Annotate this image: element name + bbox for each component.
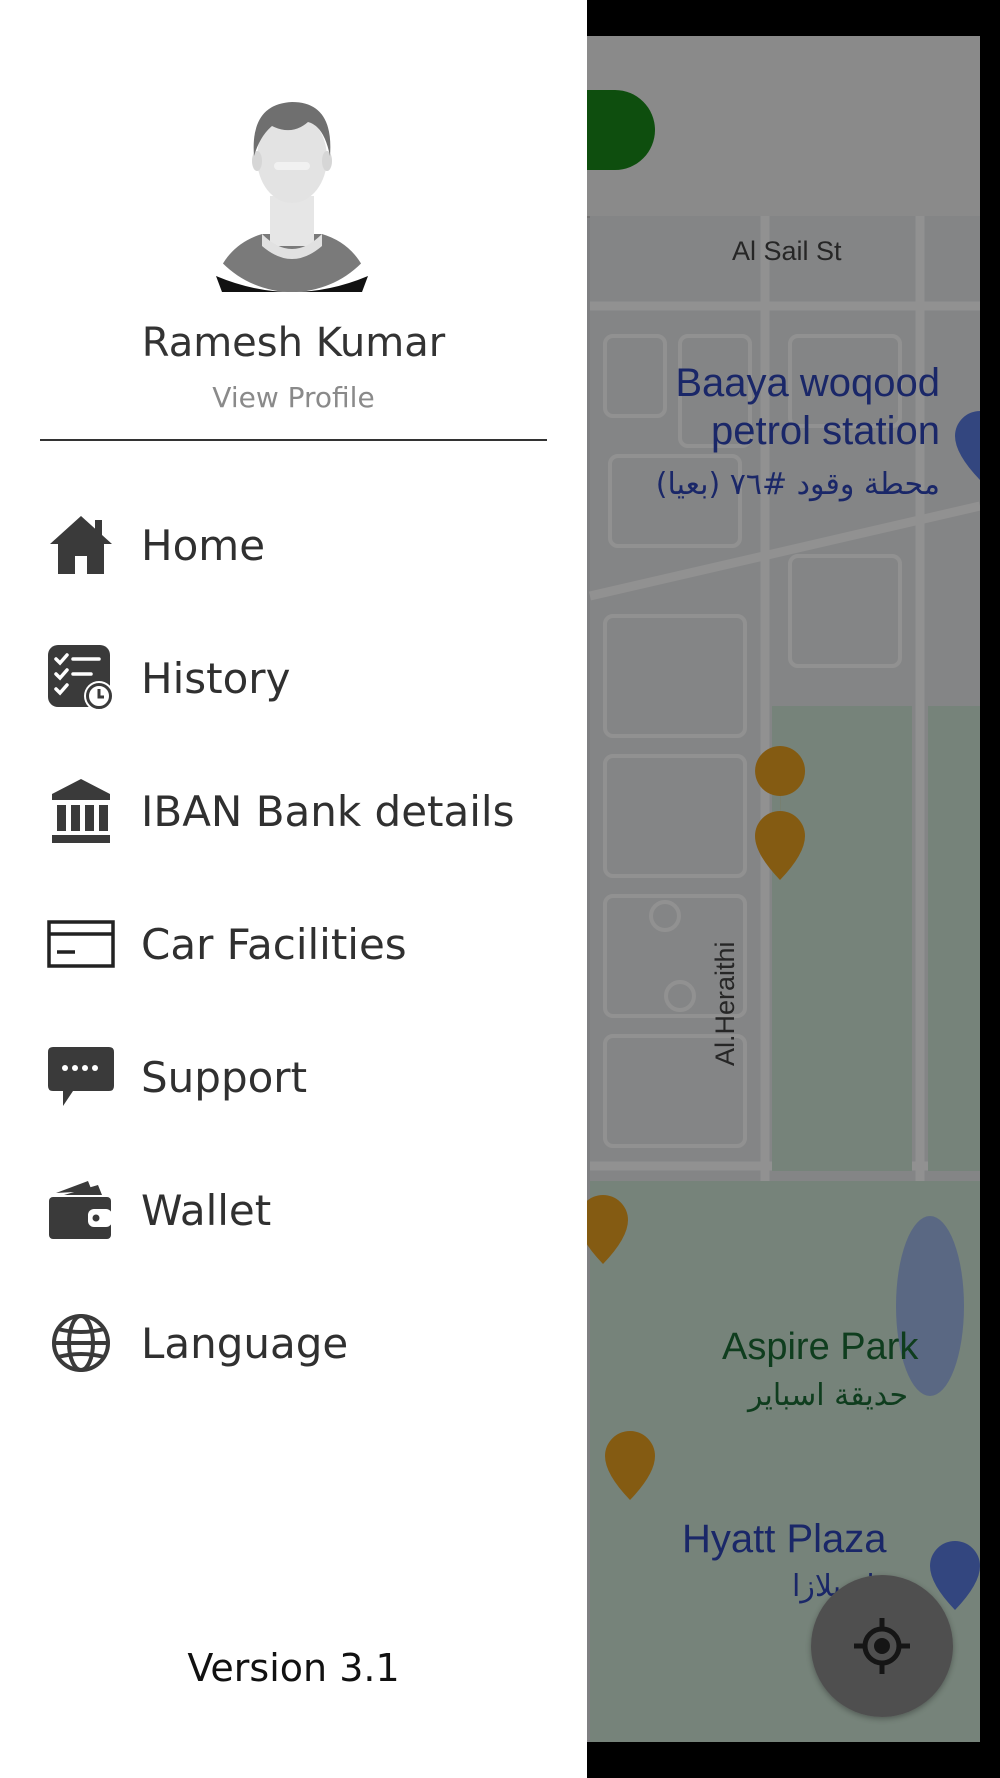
app-version: Version 3.1 [187,1646,400,1690]
menu-label-history: History [141,653,291,703]
menu-item-history[interactable]: History [0,623,587,733]
menu-item-support[interactable]: Support [0,1022,587,1132]
user-name: Ramesh Kumar [141,320,446,366]
globe-icon [46,1308,116,1378]
history-checklist-icon [46,643,116,713]
menu-label-support: Support [141,1052,308,1102]
menu-label-language: Language [141,1318,349,1368]
menu-item-wallet[interactable]: Wallet [0,1155,587,1265]
menu-item-language[interactable]: Language [0,1288,587,1398]
home-icon [46,510,116,580]
chat-support-icon [46,1042,116,1112]
menu-label-home: Home [141,520,266,570]
divider [40,439,547,441]
card-icon [46,909,116,979]
menu-label-iban-bank-details: IBAN Bank details [141,786,515,836]
menu-item-home[interactable]: Home [0,490,587,600]
menu-label-wallet: Wallet [141,1185,272,1235]
navigation-drawer: Ramesh Kumar View Profile Home History I… [0,0,587,1778]
bank-icon [46,776,116,846]
avatar[interactable] [212,96,372,292]
menu-item-iban-bank-details[interactable]: IBAN Bank details [0,756,587,866]
menu-label-car-facilities: Car Facilities [141,919,407,969]
menu-item-car-facilities[interactable]: Car Facilities [0,889,587,999]
view-profile-link[interactable]: View Profile [0,381,587,414]
wallet-icon [46,1175,116,1245]
